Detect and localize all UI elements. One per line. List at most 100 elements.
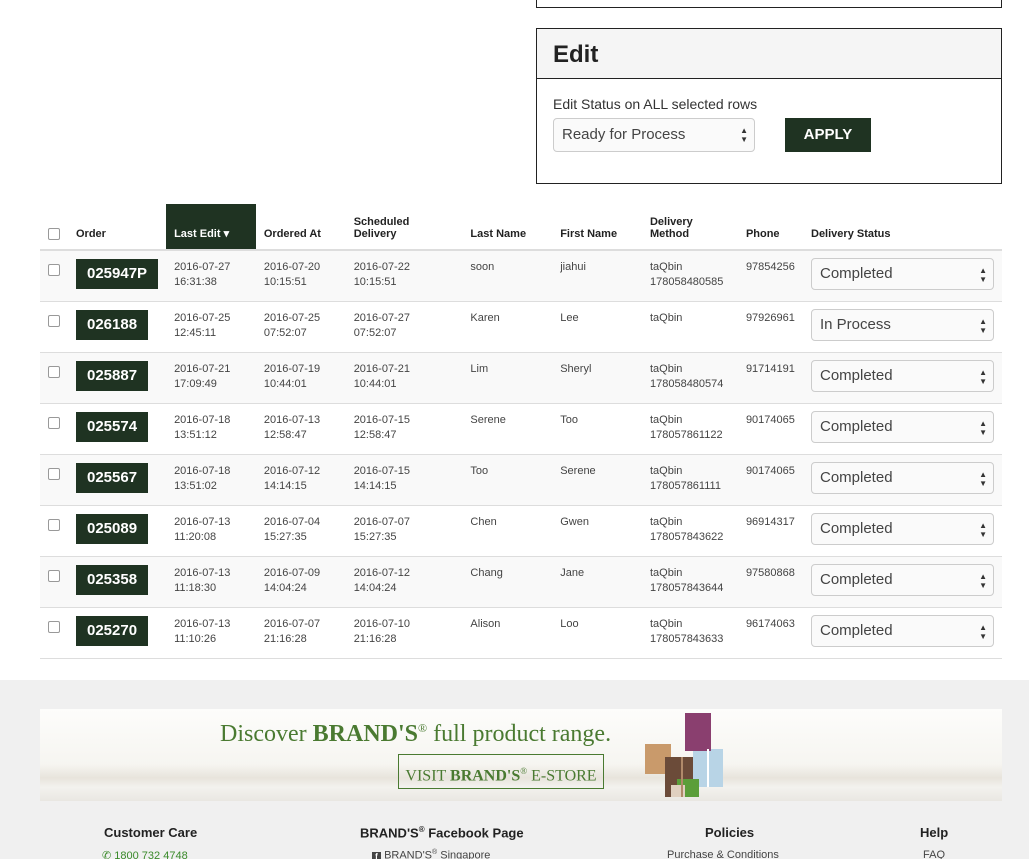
order-cell: 025567	[68, 454, 167, 506]
header-scheduled-delivery[interactable]: Scheduled Delivery	[345, 204, 463, 251]
row-select-cell	[40, 403, 68, 455]
footer-faq-link[interactable]: FAQ	[923, 849, 945, 859]
select-arrows-icon: ▲ ▼	[979, 316, 987, 335]
last-name-cell: Chang	[462, 556, 553, 608]
row-checkbox[interactable]	[48, 365, 60, 378]
delivery-status-cell: Completed ▲ ▼	[803, 352, 1002, 404]
scheduled-date: 2016-07-27	[353, 311, 410, 324]
apply-button[interactable]: APPLY	[785, 118, 871, 152]
scheduled-delivery-cell: 2016-07-21 10:44:01	[345, 352, 463, 404]
last-edit-date: 2016-07-21	[174, 362, 231, 375]
table-row: 025567 2016-07-18 13:51:02 2016-07-12 14:14:…	[40, 454, 1002, 506]
phone-cell: 96174063	[737, 607, 803, 659]
row-select-cell	[40, 454, 68, 506]
table-row: 025089 2016-07-13 11:20:08 2016-07-04 15:27:…	[40, 505, 1002, 557]
last-edit-date: 2016-07-18	[174, 413, 231, 426]
visit-estore-button[interactable]: VISIT BRAND'S® E-STORE	[398, 754, 604, 789]
row-checkbox[interactable]	[48, 569, 60, 582]
footer-phone-link[interactable]: ✆ 1800 732 4748	[102, 849, 188, 859]
order-number-button[interactable]: 025270	[76, 615, 149, 646]
last-name-cell: Chen	[462, 505, 553, 557]
ordered-date: 2016-07-04	[263, 515, 321, 528]
order-number-button[interactable]: 025089	[76, 513, 149, 544]
header-delivery-status[interactable]: Delivery Status	[803, 204, 1002, 251]
gift-boxes-image	[645, 713, 723, 797]
delivery-method-cell: taQbin 178058480574	[641, 352, 738, 404]
delivery-method: taQbin	[649, 261, 683, 273]
header-delivery-method[interactable]: Delivery Method	[641, 204, 738, 251]
delivery-status-select[interactable]: Completed ▲ ▼	[811, 258, 994, 290]
bulk-status-select[interactable]: Ready for Process ▲ ▼	[553, 118, 755, 152]
delivery-status-select[interactable]: In Process ▲ ▼	[811, 308, 994, 341]
delivery-method: taQbin	[649, 413, 683, 426]
row-checkbox[interactable]	[48, 264, 60, 276]
table-row: 025947P 2016-07-27 16:31:38 2016-07-20 10:15…	[40, 250, 1002, 302]
order-number-button[interactable]: 025887	[76, 360, 149, 391]
delivery-method: taQbin	[649, 515, 683, 528]
delivery-method: taQbin	[649, 464, 683, 477]
last-name-cell: Karen	[462, 301, 553, 353]
header-order[interactable]: Order	[68, 204, 167, 251]
row-select-cell	[40, 505, 68, 557]
header-phone[interactable]: Phone	[737, 204, 803, 251]
last-edit-cell: 2016-07-27 16:31:38	[166, 250, 256, 302]
select-all-checkbox[interactable]	[48, 228, 60, 240]
header-last-edit[interactable]: Last Edit ▾	[166, 204, 256, 251]
row-checkbox[interactable]	[48, 416, 60, 429]
previous-panel-bottom	[536, 0, 1002, 8]
delivery-status-select[interactable]: Completed ▲ ▼	[811, 359, 994, 392]
order-number-button[interactable]: 025567	[76, 462, 149, 493]
estore-banner[interactable]: Discover BRAND'S® full product range. VI…	[40, 709, 1002, 801]
row-checkbox[interactable]	[48, 467, 60, 480]
table-row: 025887 2016-07-21 17:09:49 2016-07-19 10:44:…	[40, 352, 1002, 404]
footer-help-title: Help	[920, 825, 949, 840]
order-cell: 026188	[68, 301, 167, 353]
delivery-status-cell: Completed ▲ ▼	[803, 454, 1002, 506]
header-ordered-at[interactable]: Ordered At	[255, 204, 346, 251]
last-edit-cell: 2016-07-18 13:51:02	[166, 454, 256, 506]
footer-policies-link[interactable]: Purchase & Conditions	[667, 849, 779, 859]
last-edit-time: 11:20:08	[174, 530, 217, 543]
first-name-cell: Serene	[552, 454, 642, 506]
order-number-button[interactable]: 025947P	[76, 259, 159, 289]
row-checkbox[interactable]	[48, 518, 60, 531]
order-number-button[interactable]: 025358	[76, 564, 149, 595]
tracking-number: 178057843633	[649, 632, 724, 645]
footer-phone-number: 1800 732 4748	[114, 850, 188, 859]
header-last-name[interactable]: Last Name	[462, 204, 553, 251]
delivery-status-select[interactable]: Completed ▲ ▼	[811, 614, 994, 647]
last-edit-cell: 2016-07-21 17:09:49	[166, 352, 256, 404]
delivery-method-cell: taQbin 178058480585	[641, 250, 738, 302]
delivery-status-cell: Completed ▲ ▼	[803, 607, 1002, 659]
delivery-status-value: Completed	[820, 570, 893, 588]
scheduled-time: 10:44:01	[353, 377, 397, 390]
footer-facebook-link[interactable]: f BRAND'S® Singapore	[372, 849, 490, 859]
header-first-name[interactable]: First Name	[552, 204, 642, 251]
scheduled-time: 21:16:28	[353, 632, 397, 645]
delivery-status-value: In Process	[820, 315, 891, 333]
order-number-button[interactable]: 025574	[76, 411, 149, 442]
delivery-status-select[interactable]: Completed ▲ ▼	[811, 461, 994, 494]
delivery-status-select[interactable]: Completed ▲ ▼	[811, 410, 994, 443]
ordered-time: 14:04:24	[263, 581, 307, 594]
select-arrows-icon: ▲ ▼	[740, 126, 748, 144]
delivery-status-cell: Completed ▲ ▼	[803, 556, 1002, 608]
scheduled-delivery-cell: 2016-07-15 14:14:15	[345, 454, 463, 506]
row-checkbox[interactable]	[48, 314, 60, 327]
delivery-status-select[interactable]: Completed ▲ ▼	[811, 563, 994, 596]
order-cell: 025270	[68, 607, 167, 659]
scheduled-date: 2016-07-15	[353, 413, 410, 426]
scheduled-time: 10:15:51	[353, 276, 397, 288]
footer-customer-care-title: Customer Care	[104, 825, 198, 840]
orders-table: Order Last Edit ▾ Ordered At Scheduled De…	[40, 204, 1002, 659]
delivery-status-select[interactable]: Completed ▲ ▼	[811, 512, 994, 545]
ordered-at-cell: 2016-07-25 07:52:07	[255, 301, 346, 353]
delivery-method-cell: taQbin 178057843622	[641, 505, 738, 557]
header-method-line2: Method	[649, 228, 690, 240]
order-number-button[interactable]: 026188	[76, 309, 149, 340]
delivery-method: taQbin	[649, 311, 683, 324]
ordered-at-cell: 2016-07-13 12:58:47	[255, 403, 346, 455]
row-checkbox[interactable]	[48, 620, 60, 633]
ordered-date: 2016-07-20	[263, 261, 321, 273]
ordered-time: 10:44:01	[263, 377, 307, 390]
